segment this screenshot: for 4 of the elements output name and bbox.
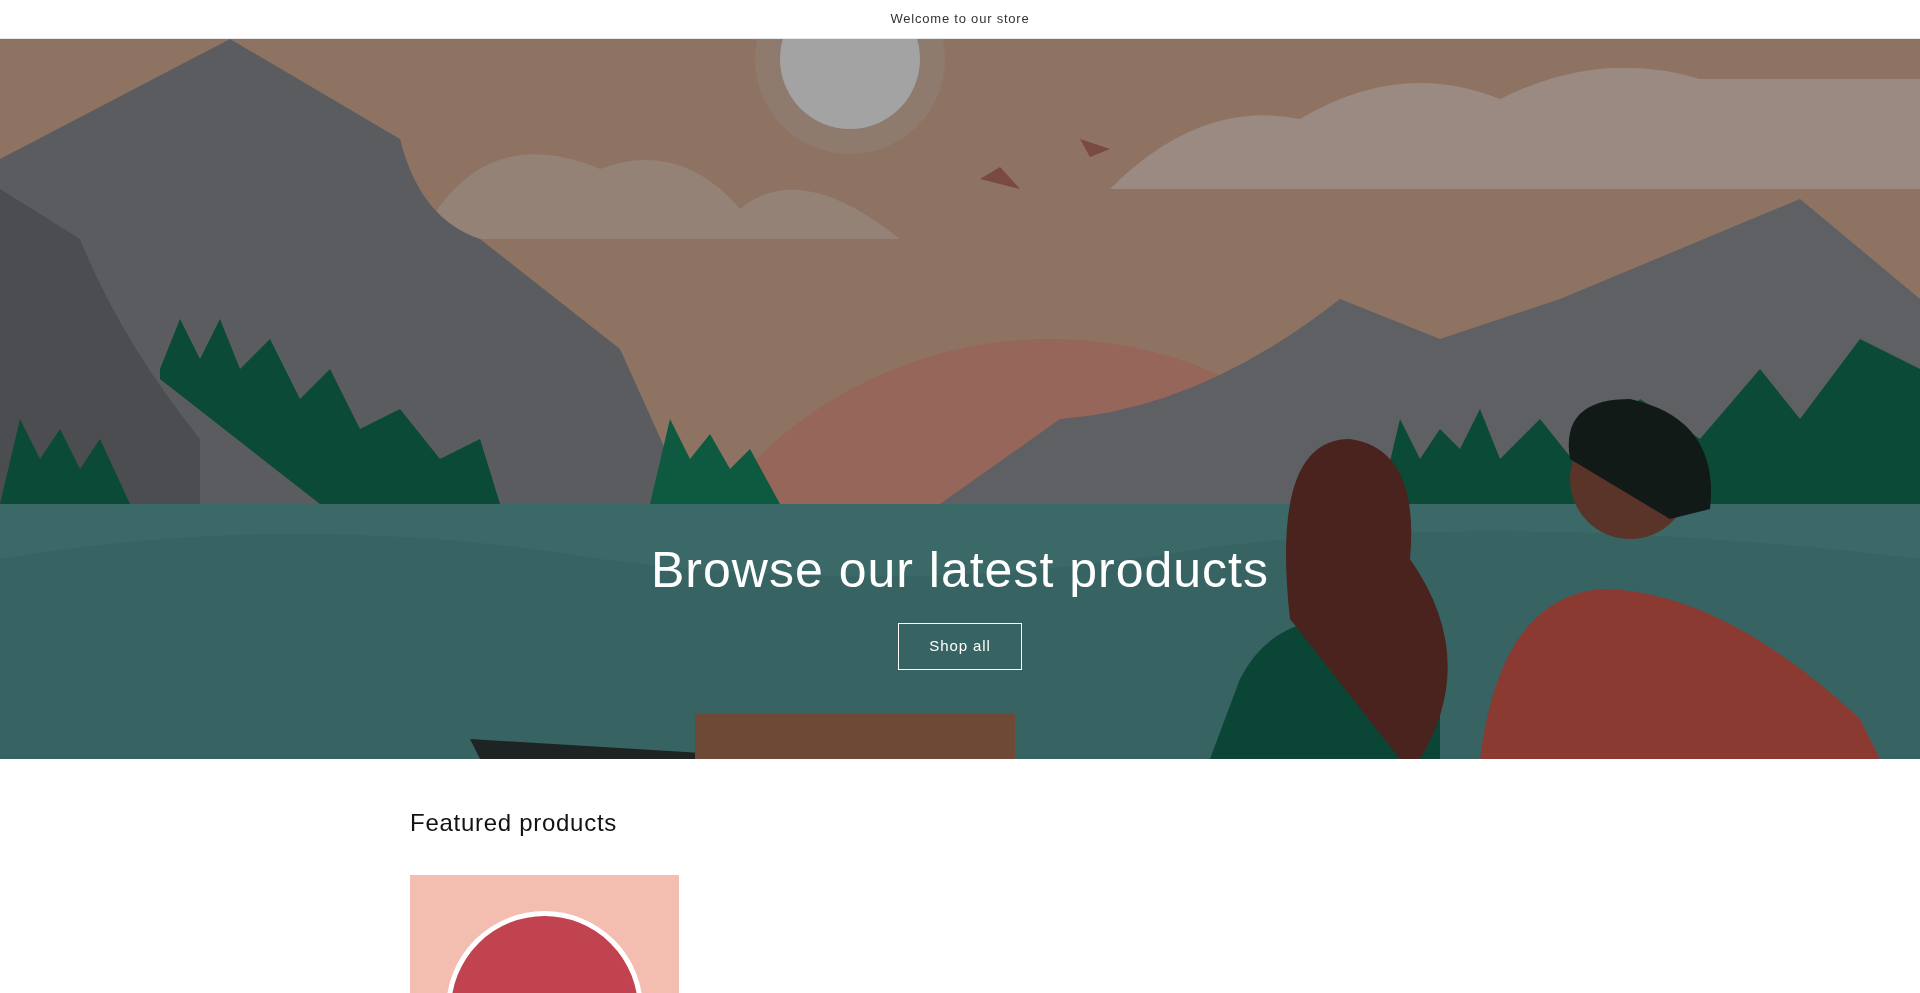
section-heading: Featured products xyxy=(410,808,619,838)
announcement-text: Welcome to our store xyxy=(890,10,1030,29)
hero-heading: Browse our latest products xyxy=(651,545,1269,595)
shop-all-button[interactable]: Shop all xyxy=(898,623,1022,670)
